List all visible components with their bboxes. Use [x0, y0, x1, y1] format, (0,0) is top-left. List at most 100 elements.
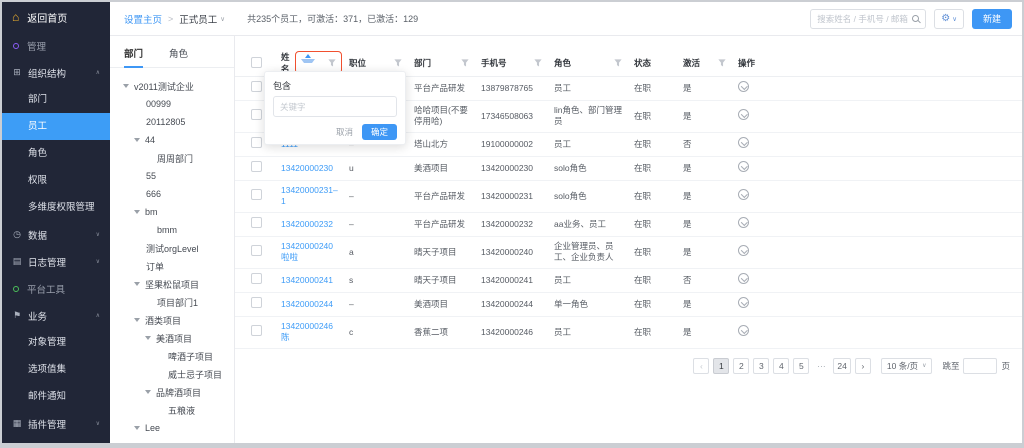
sidebar-item-data[interactable]: ◷数据∨	[2, 221, 110, 248]
tree-item[interactable]: bm	[110, 203, 234, 221]
row-checkbox[interactable]	[251, 109, 262, 120]
row-checkbox[interactable]	[251, 245, 262, 256]
page-button[interactable]: 24	[833, 358, 850, 374]
row-actions-icon[interactable]	[738, 81, 749, 92]
filter-icon[interactable]	[718, 59, 726, 67]
confirm-button[interactable]: 确定	[362, 124, 397, 140]
page-size-select[interactable]: 10 条/页∨	[881, 358, 933, 374]
sidebar-item-manage[interactable]: 管理	[2, 32, 110, 59]
tree-item[interactable]: 666	[110, 185, 234, 203]
tab-department[interactable]: 部门	[124, 46, 143, 67]
sort-icon[interactable]	[301, 54, 315, 71]
row-checkbox[interactable]	[251, 81, 262, 92]
tree-item[interactable]: 测试orgLevel	[110, 239, 234, 257]
row-checkbox[interactable]	[251, 297, 262, 308]
row-checkbox[interactable]	[251, 273, 262, 284]
cell-name[interactable]: 13420000230	[281, 159, 349, 178]
caret-down-icon[interactable]	[134, 138, 140, 142]
sidebar-item-log-manage[interactable]: ▤日志管理∨	[2, 248, 110, 275]
row-checkbox[interactable]	[251, 325, 262, 336]
cell-name[interactable]: 13420000244	[281, 295, 349, 314]
page-button[interactable]: 3	[753, 358, 769, 374]
tree-item[interactable]: 订单	[110, 257, 234, 275]
caret-down-icon[interactable]	[134, 210, 140, 214]
caret-down-icon[interactable]	[123, 84, 129, 88]
caret-down-icon[interactable]	[145, 336, 151, 340]
sidebar-item-org-structure[interactable]: ⊞组织结构∧	[2, 59, 110, 86]
tree-item[interactable]: 项目部门1	[110, 293, 234, 311]
breadcrumb-current[interactable]: 正式员工	[179, 12, 217, 26]
row-actions-icon[interactable]	[738, 137, 749, 148]
tree-item[interactable]: Lee	[110, 419, 234, 437]
row-actions-icon[interactable]	[738, 245, 749, 256]
row-checkbox[interactable]	[251, 189, 262, 200]
cell-name[interactable]: 13420000241	[281, 271, 349, 290]
caret-down-icon[interactable]	[134, 282, 140, 286]
sidebar-item-flow[interactable]: ⇅流程∧	[2, 437, 110, 443]
tree-item[interactable]: 五粮液	[110, 401, 234, 419]
cancel-button[interactable]: 取消	[336, 126, 353, 138]
tree-item[interactable]: 55	[110, 167, 234, 185]
page-button[interactable]: 1	[713, 358, 729, 374]
sidebar-item-department[interactable]: 部门	[2, 86, 110, 113]
breadcrumb-settings-home[interactable]: 设置主页	[124, 12, 162, 26]
tree-item[interactable]: 酒类项目	[110, 311, 234, 329]
filter-icon[interactable]	[461, 59, 469, 67]
cell-name[interactable]: 13420000232	[281, 215, 349, 234]
tree-item[interactable]: bmm	[110, 221, 234, 239]
tree-item[interactable]: 20112805	[110, 113, 234, 131]
caret-down-icon[interactable]	[134, 318, 140, 322]
tree-item[interactable]: 美酒项目	[110, 329, 234, 347]
sidebar-home[interactable]: ⌂ 返回首页	[2, 2, 110, 32]
row-actions-icon[interactable]	[738, 161, 749, 172]
tree-item[interactable]: 啤酒子项目	[110, 347, 234, 365]
row-checkbox[interactable]	[251, 137, 262, 148]
page-button[interactable]: 2	[733, 358, 749, 374]
search-input[interactable]	[817, 14, 912, 24]
tree-item[interactable]: v2011测试企业	[110, 77, 234, 95]
row-actions-icon[interactable]	[738, 109, 749, 120]
sidebar-item-multi-permission[interactable]: 多维度权限管理	[2, 194, 110, 221]
filter-keyword-input[interactable]	[273, 96, 397, 117]
filter-icon[interactable]	[614, 59, 622, 67]
cell-name[interactable]: 13420000246陈	[281, 317, 349, 348]
sidebar-item-role[interactable]: 角色	[2, 140, 110, 167]
sidebar-item-platform-tools[interactable]: 平台工具	[2, 275, 110, 302]
tree-item[interactable]: 44	[110, 131, 234, 149]
sidebar-item-business[interactable]: ⚑业务∧	[2, 302, 110, 329]
tree-item[interactable]: 品牌酒项目	[110, 383, 234, 401]
prev-page-button[interactable]: ‹	[693, 358, 709, 374]
row-checkbox[interactable]	[251, 161, 262, 172]
row-actions-icon[interactable]	[738, 297, 749, 308]
search-icon[interactable]	[912, 15, 919, 22]
tree-item[interactable]: 00999	[110, 95, 234, 113]
tree-item[interactable]: 威士忌子项目	[110, 365, 234, 383]
settings-button[interactable]: ⚙ ∨	[934, 9, 964, 29]
select-all-checkbox[interactable]	[251, 57, 262, 68]
row-actions-icon[interactable]	[738, 325, 749, 336]
jump-page-input[interactable]	[963, 358, 997, 374]
cell-name[interactable]: 13420000240啦啦	[281, 237, 349, 268]
caret-down-icon[interactable]	[145, 390, 151, 394]
cell-name[interactable]: 13420000231–1	[281, 181, 349, 212]
next-page-button[interactable]: ›	[855, 358, 871, 374]
page-button[interactable]: 5	[793, 358, 809, 374]
sidebar-item-option-sets[interactable]: 选项值集	[2, 356, 110, 383]
tree-item[interactable]: 坚果松鼠项目	[110, 275, 234, 293]
sidebar-item-object-manage[interactable]: 对象管理	[2, 329, 110, 356]
filter-icon[interactable]	[394, 59, 402, 67]
row-actions-icon[interactable]	[738, 273, 749, 284]
caret-down-icon[interactable]	[134, 426, 140, 430]
sidebar-item-employee[interactable]: 员工	[2, 113, 110, 140]
row-actions-icon[interactable]	[738, 189, 749, 200]
page-button[interactable]: 4	[773, 358, 789, 374]
filter-icon[interactable]	[328, 59, 336, 67]
tab-role[interactable]: 角色	[169, 46, 188, 67]
tree-item[interactable]: 周周部门	[110, 149, 234, 167]
sidebar-item-mail-notify[interactable]: 邮件通知	[2, 383, 110, 410]
row-actions-icon[interactable]	[738, 217, 749, 228]
filter-icon[interactable]	[534, 59, 542, 67]
sidebar-item-plugin-manage[interactable]: ▦插件管理∨	[2, 410, 110, 437]
sidebar-item-permission[interactable]: 权限	[2, 167, 110, 194]
new-button[interactable]: 新建	[972, 9, 1012, 29]
